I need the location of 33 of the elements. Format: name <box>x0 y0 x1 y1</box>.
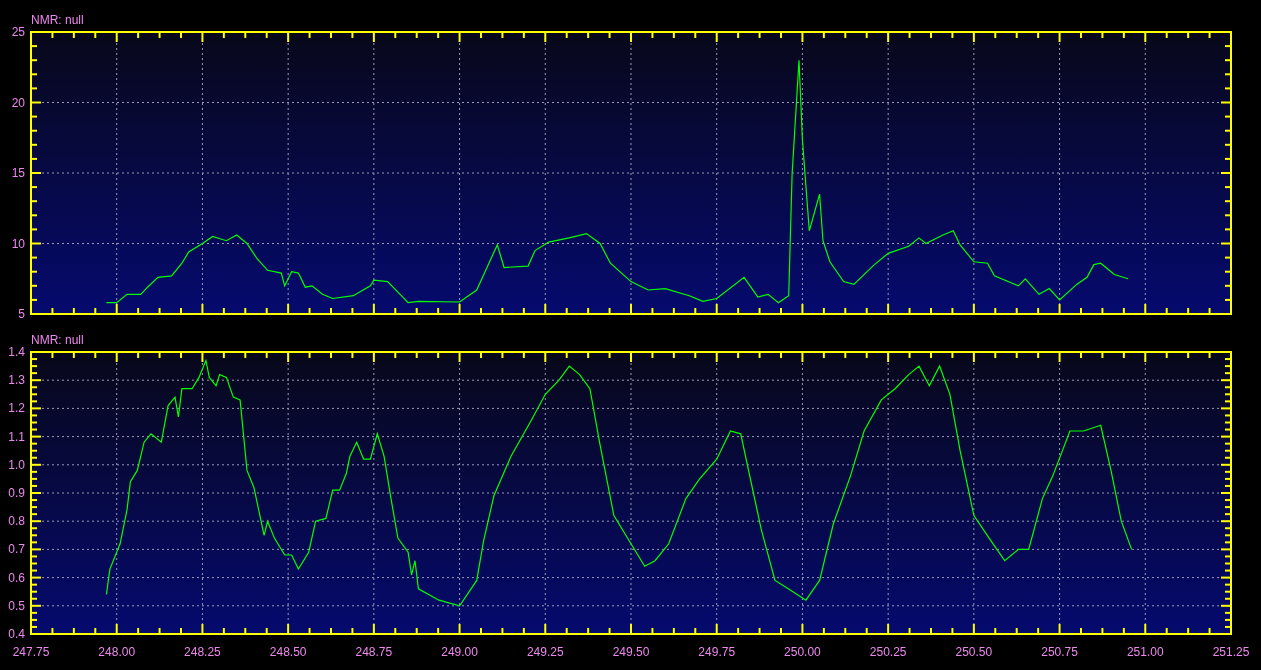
x-axis-label: 248.00 <box>98 645 136 659</box>
chart-title: NMR: null <box>31 333 84 347</box>
x-axis-label: 249.00 <box>441 645 478 659</box>
x-axis-label: 247.75 <box>12 645 50 659</box>
y-axis-label: 0.4 <box>8 627 25 641</box>
y-axis-label: 0.5 <box>8 598 25 613</box>
x-axis-label: 250.75 <box>1041 645 1078 659</box>
y-axis-label: 25 <box>11 25 25 39</box>
y-axis-label: 10 <box>11 236 25 251</box>
chart-title: NMR: null <box>31 13 84 27</box>
x-axis-label: 250.25 <box>869 645 907 659</box>
y-axis-label: 1.4 <box>8 345 25 359</box>
y-axis-label: 1.0 <box>8 457 25 472</box>
y-axis-label: 15 <box>11 166 25 180</box>
x-axis-label: 249.75 <box>698 645 736 659</box>
y-axis-label: 0.6 <box>8 570 25 585</box>
x-axis-label: 250.50 <box>955 645 993 659</box>
y-axis-label: 5 <box>18 307 25 321</box>
x-axis-label: 248.25 <box>184 645 221 659</box>
y-axis-label: 0.8 <box>8 514 25 529</box>
x-axis-label: 251.25 <box>1212 645 1250 659</box>
x-axis-label: 248.50 <box>269 645 307 659</box>
x-axis-label: 249.50 <box>612 645 650 659</box>
x-axis-label: 251.00 <box>1126 645 1164 659</box>
y-axis-label: 0.7 <box>8 542 25 557</box>
y-axis-label: 0.9 <box>8 486 25 500</box>
x-axis-label: 249.25 <box>526 645 564 659</box>
y-axis-label: 1.2 <box>8 401 25 416</box>
y-axis-label: 1.1 <box>8 429 25 444</box>
x-axis-label: 248.75 <box>355 645 393 659</box>
y-axis-label: 1.3 <box>8 373 25 388</box>
y-axis-label: 20 <box>11 95 25 110</box>
x-axis-label: 250.00 <box>784 645 821 659</box>
